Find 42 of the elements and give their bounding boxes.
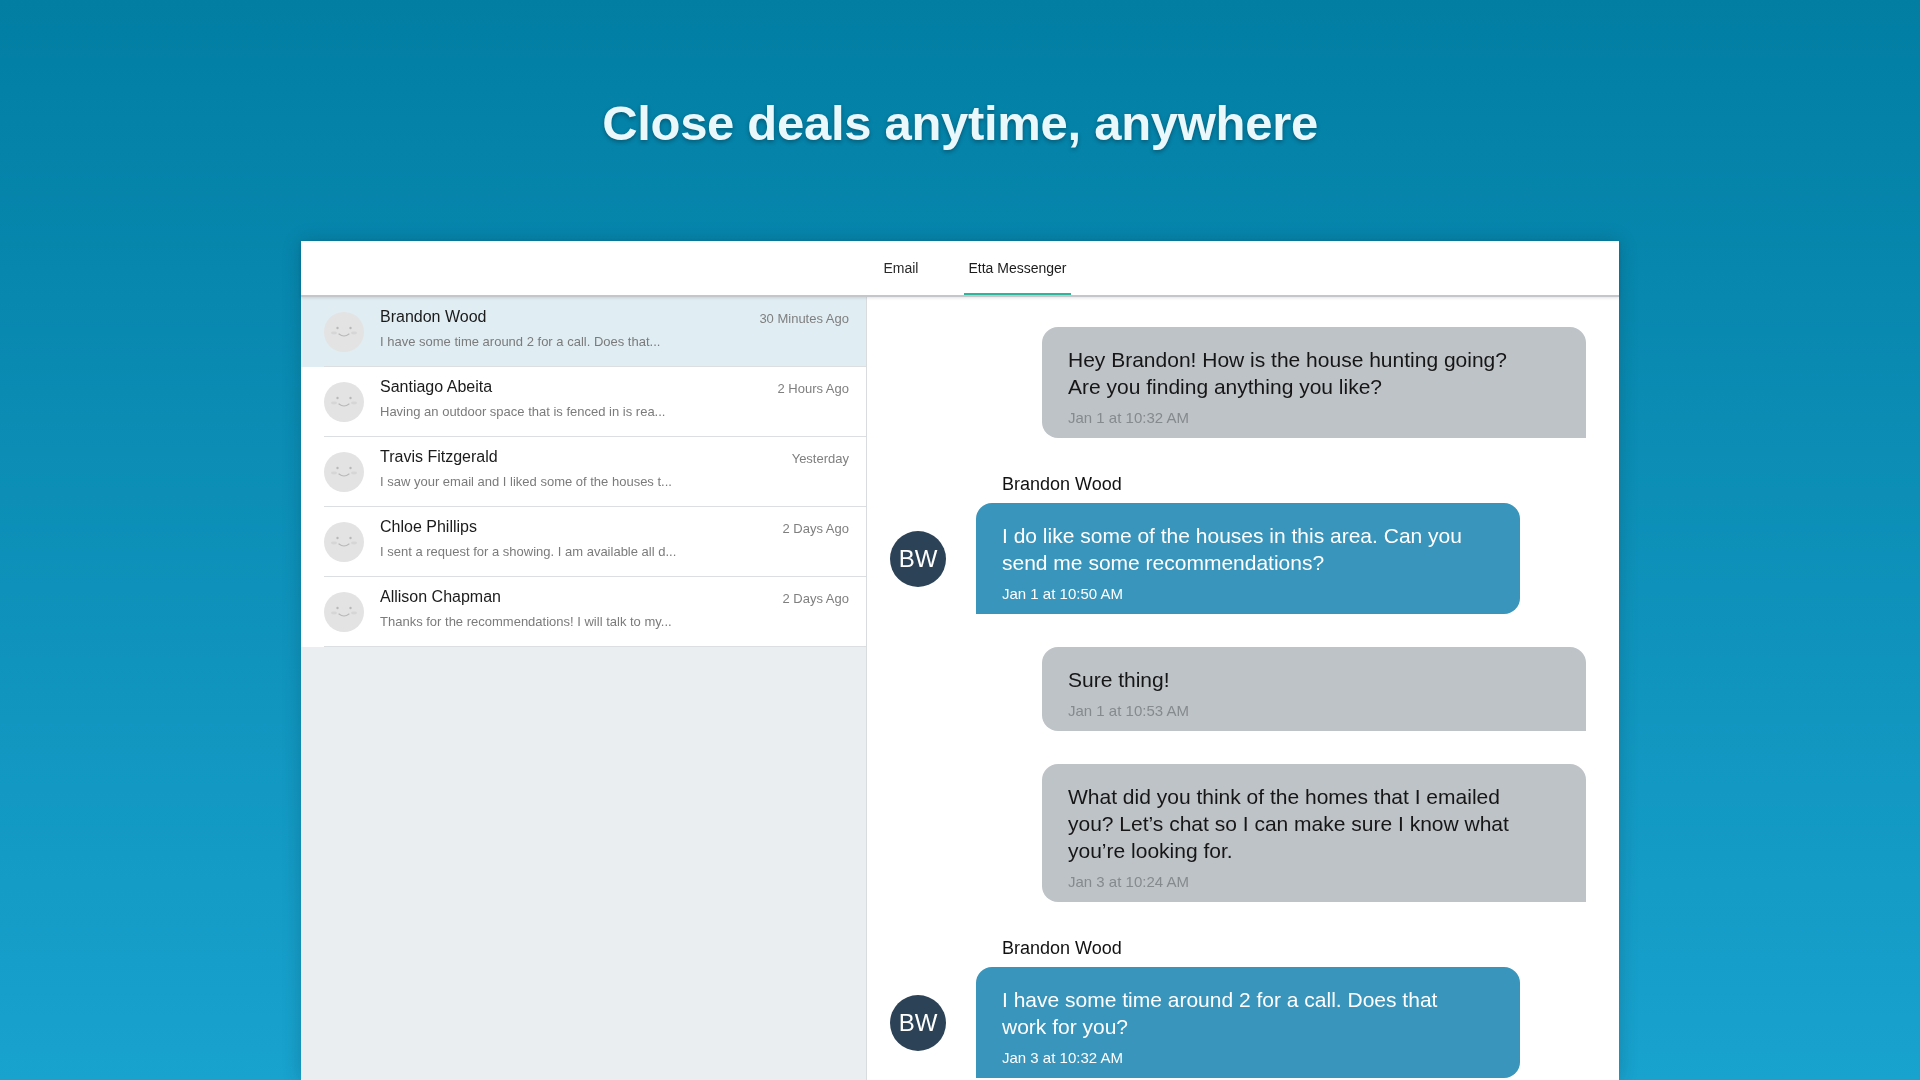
initials-avatar: BW (890, 994, 946, 1051)
message-time: Jan 3 at 10:32 AM (1002, 1048, 1123, 1068)
conversation-time: 2 Days Ago (782, 520, 849, 538)
message-time: Jan 1 at 10:50 AM (1002, 584, 1123, 604)
conversation-item[interactable]: Allison Chapman Thanks for the recommendations! I will talk to my... 2 Days Ago (301, 577, 866, 647)
contact-name: Santiago Abeita (380, 377, 493, 397)
smiley-avatar-icon (324, 451, 364, 492)
message-preview: Thanks for the recommendations! I will talk to my... (380, 613, 672, 631)
message-text: What did you think of the homes that I emailed you? Let’s chat so I can make sure I know what you’re looking for. (1068, 784, 1510, 864)
message-time: Jan 1 at 10:53 AM (1068, 701, 1189, 721)
message-text: I do like some of the houses in this area. Can you send me some recommendations? (1002, 523, 1463, 576)
message-text: I have some time around 2 for a call. Does that work for you? (1002, 987, 1439, 1040)
conversation-item[interactable]: Santiago Abeita Having an outdoor space that is fenced in is rea... 2 Hours Ago (301, 367, 866, 437)
contact-name: Travis Fitzgerald (380, 447, 498, 467)
smiley-avatar-icon (324, 591, 364, 632)
message-text: Hey Brandon! How is the house hunting going? Are you finding anything you like? (1068, 347, 1508, 400)
message-preview: I have some time around 2 for a call. Does that... (380, 333, 661, 351)
contact-name: Allison Chapman (380, 587, 501, 607)
conversation-time: Yesterday (791, 450, 849, 468)
conversation-time: 2 Days Ago (782, 590, 849, 608)
tab[interactable]: Etta Messenger (964, 241, 1071, 295)
headline: Close deals anytime, anywhere (602, 94, 1318, 151)
contact-name: Chloe Phillips (380, 517, 477, 537)
conversation-time: 2 Hours Ago (777, 380, 849, 398)
message-time: Jan 1 at 10:32 AM (1068, 408, 1189, 428)
conversation-item[interactable]: Brandon Wood I have some time around 2 for a call. Does that... 30 Minutes Ago (301, 297, 866, 367)
conversation-item[interactable]: Travis Fitzgerald I saw your email and I liked some of the houses t... Yesterday (301, 437, 866, 507)
contact-name: Brandon Wood (380, 307, 487, 327)
smiley-avatar-icon (324, 381, 364, 422)
message-text: Sure thing! (1068, 667, 1170, 693)
conversation-time: 30 Minutes Ago (759, 310, 849, 328)
tab[interactable]: Email (879, 241, 923, 295)
initials-avatar: BW (890, 530, 946, 587)
message-preview: I sent a request for a showing. I am available all d... (380, 543, 677, 561)
smiley-avatar-icon (324, 521, 364, 562)
sender-name: Brandon Wood (1002, 937, 1122, 959)
conversation-item[interactable]: Chloe Phillips I sent a request for a showing. I am available all d... 2 Days Ago (301, 507, 866, 577)
sender-name: Brandon Wood (1002, 473, 1122, 495)
message-time: Jan 3 at 10:24 AM (1068, 872, 1189, 892)
message-preview: Having an outdoor space that is fenced in is rea... (380, 403, 666, 421)
message-preview: I saw your email and I liked some of the houses t... (380, 473, 672, 491)
smiley-avatar-icon (324, 311, 364, 352)
